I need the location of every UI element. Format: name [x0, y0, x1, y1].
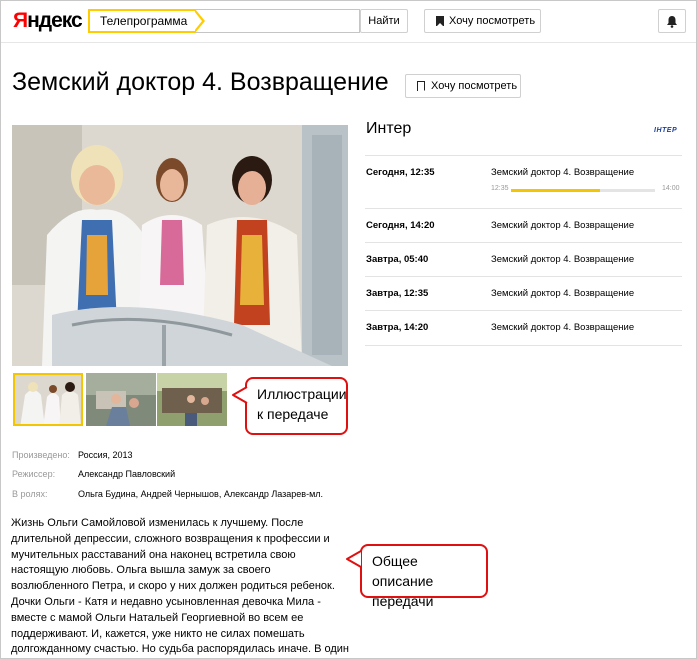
- notifications-button[interactable]: [658, 9, 686, 33]
- meta-cast-value: Ольга Будина, Андрей Чернышов, Александр…: [78, 489, 324, 499]
- meta-cast-key: В ролях:: [12, 489, 48, 499]
- program-description: Жизнь Ольги Самойловой изменилась к лучш…: [11, 517, 349, 656]
- callout-description-pointer: [346, 550, 362, 568]
- meta-produced-key: Произведено:: [12, 450, 70, 460]
- callout-illustrations-text: Иллюстрации к передаче: [257, 386, 347, 422]
- thumbnail-2-image: [86, 373, 156, 426]
- meta-director-key: Режиссер:: [12, 469, 56, 479]
- callout-description-text: Общее описание передачи: [372, 553, 434, 609]
- channel-logo[interactable]: ІНТЕР: [654, 127, 677, 134]
- thumbnail-strip: [13, 373, 228, 426]
- schedule-time: Завтра, 05:40: [366, 254, 429, 265]
- schedule-time: Сегодня, 14:20: [366, 220, 435, 231]
- thumbnail-3[interactable]: [157, 373, 227, 426]
- find-button[interactable]: Найти: [360, 9, 408, 33]
- logo-rest: ндекс: [27, 9, 83, 32]
- progress-start-time: 12:35: [491, 185, 509, 192]
- thumbnail-1-image: [15, 375, 81, 424]
- bell-icon: [667, 16, 677, 28]
- meta-produced-value: Россия, 2013: [78, 450, 133, 460]
- bookmark-icon: [436, 16, 444, 27]
- schedule-row[interactable]: Завтра, 14:20 Земский доктор 4. Возвраще…: [365, 310, 682, 346]
- search-tag[interactable]: Телепрограмма: [88, 9, 206, 33]
- callout-illustrations-pointer: [232, 386, 248, 404]
- meta-director-value: Александр Павловский: [78, 469, 176, 479]
- main-still-image[interactable]: [12, 125, 348, 366]
- progress-end-time: 14:00: [662, 185, 680, 192]
- yandex-logo[interactable]: Яндекс: [13, 9, 83, 33]
- schedule-time: Завтра, 12:35: [366, 288, 429, 299]
- watchlist-button[interactable]: Хочу посмотреть: [424, 9, 541, 33]
- schedule-row[interactable]: Завтра, 12:35 Земский доктор 4. Возвраще…: [365, 276, 682, 311]
- want-to-watch-button[interactable]: Хочу посмотреть: [405, 74, 521, 98]
- page-title: Земский доктор 4. Возвращение: [12, 68, 389, 96]
- bookmark-outline-icon: [417, 81, 426, 92]
- schedule-title[interactable]: Земский доктор 4. Возвращение: [491, 167, 634, 178]
- progress-fill: [511, 189, 601, 192]
- callout-illustrations: Иллюстрации к передаче: [245, 377, 348, 435]
- schedule-title[interactable]: Земский доктор 4. Возвращение: [491, 254, 634, 265]
- search-field[interactable]: Телепрограмма: [88, 9, 360, 33]
- schedule-row[interactable]: Сегодня, 12:35 Земский доктор 4. Возвращ…: [365, 155, 682, 208]
- watchlist-label: Хочу посмотреть: [449, 15, 536, 27]
- schedule-title[interactable]: Земский доктор 4. Возвращение: [491, 288, 634, 299]
- schedule-title[interactable]: Земский доктор 4. Возвращение: [491, 322, 634, 333]
- schedule-time: Завтра, 14:20: [366, 322, 429, 333]
- callout-description: Общее описание передачи: [360, 544, 488, 609]
- schedule-time: Сегодня, 12:35: [366, 167, 435, 178]
- main-still-illustration: [12, 125, 348, 366]
- schedule-title[interactable]: Земский доктор 4. Возвращение: [491, 220, 634, 231]
- schedule-row[interactable]: Сегодня, 14:20 Земский доктор 4. Возвращ…: [365, 208, 682, 243]
- thumbnail-1[interactable]: [13, 373, 83, 426]
- thumbnail-2[interactable]: [86, 373, 156, 426]
- header: Яндекс Телепрограмма Найти Хочу посмотре…: [1, 1, 696, 43]
- channel-name[interactable]: Интер: [366, 120, 411, 138]
- thumbnail-3-image: [157, 373, 227, 426]
- schedule-row[interactable]: Завтра, 05:40 Земский доктор 4. Возвраще…: [365, 242, 682, 277]
- progress-bar: [511, 189, 655, 192]
- want-to-watch-label: Хочу посмотреть: [431, 80, 518, 92]
